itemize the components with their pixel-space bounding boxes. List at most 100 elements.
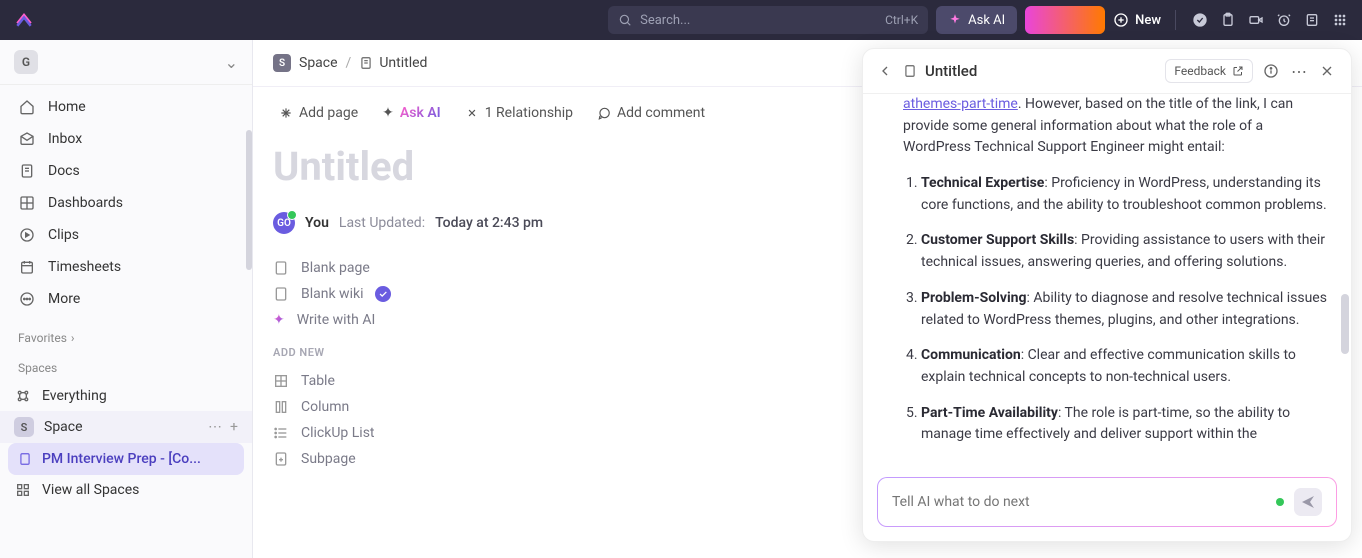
info-icon[interactable]	[1263, 63, 1281, 79]
add-table[interactable]: Table	[273, 373, 833, 389]
workspace-switcher[interactable]: G ⌄	[0, 40, 252, 85]
add-clickup-list[interactable]: ClickUp List	[273, 425, 833, 441]
global-search[interactable]: Search... Ctrl+K	[608, 6, 928, 34]
doc-body: Add page ✦Ask AI 1 Relationship Add comm…	[253, 87, 853, 503]
nav-label: Dashboards	[48, 195, 123, 211]
add-new-label: Table	[301, 373, 335, 389]
add-subpage[interactable]: Subpage	[273, 451, 833, 467]
ai-list-item: Customer Support Skills: Providing assis…	[921, 230, 1331, 273]
ellipsis-icon[interactable]: ⋯	[1291, 62, 1309, 81]
new-button[interactable]: New	[1113, 12, 1161, 28]
chevron-right-icon: ›	[71, 331, 75, 345]
nav-label: Docs	[48, 163, 80, 179]
doc-actions: Add page ✦Ask AI 1 Relationship Add comm…	[273, 105, 833, 121]
ai-link[interactable]: athemes-part-time	[903, 96, 1018, 112]
doc-meta: GO You Last Updated: Today at 2:43 pm	[273, 212, 833, 234]
option-blank-page[interactable]: Blank page	[273, 260, 833, 276]
option-write-with-ai[interactable]: ✦ Write with AI	[273, 312, 833, 328]
ai-input-wrap	[863, 467, 1351, 541]
selected-doc-label: PM Interview Prep - [Co...	[42, 451, 201, 467]
ai-item-title: Problem-Solving	[921, 290, 1027, 306]
video-icon[interactable]	[1246, 10, 1266, 30]
more-icon	[18, 290, 36, 308]
add-comment-button[interactable]: Add comment	[597, 105, 705, 121]
sidebar-everything[interactable]: Everything	[0, 381, 252, 411]
ask-ai-button[interactable]: Ask AI	[936, 6, 1017, 34]
verified-icon	[375, 286, 391, 302]
nav-timesheets[interactable]: Timesheets	[0, 251, 252, 283]
close-icon[interactable]	[1319, 63, 1337, 79]
add-new-label: ClickUp List	[301, 425, 375, 441]
nav-inbox[interactable]: Inbox	[0, 123, 252, 155]
breadcrumb-badge: S	[273, 54, 291, 72]
ai-list-item: Problem-Solving: Ability to diagnose and…	[921, 288, 1331, 331]
app-logo[interactable]	[12, 8, 36, 32]
view-all-label: View all Spaces	[42, 482, 139, 498]
inbox-icon	[18, 130, 36, 148]
search-placeholder: Search...	[640, 13, 690, 28]
check-icon[interactable]	[1190, 10, 1210, 30]
docs-icon	[18, 162, 36, 180]
notepad-icon[interactable]	[1302, 10, 1322, 30]
add-page-button[interactable]: Add page	[279, 105, 358, 121]
clips-icon	[18, 226, 36, 244]
breadcrumb-sep: /	[346, 55, 352, 71]
chevron-down-icon: ⌄	[225, 53, 238, 72]
ellipsis-icon[interactable]: ⋯	[208, 419, 222, 435]
sidebar-view-all-spaces[interactable]: View all Spaces	[0, 475, 252, 505]
sparkle-icon: ✦	[273, 312, 285, 328]
back-icon[interactable]	[877, 63, 893, 79]
nav-dashboards[interactable]: Dashboards	[0, 187, 252, 219]
alarm-icon[interactable]	[1274, 10, 1294, 30]
option-label: Write with AI	[297, 312, 376, 328]
add-new-label: Subpage	[301, 451, 356, 467]
breadcrumb-space[interactable]: Space	[299, 55, 338, 71]
upgrade-pill[interactable]	[1025, 6, 1105, 34]
ai-list-item: Communication: Clear and effective commu…	[921, 345, 1331, 388]
everything-icon	[14, 387, 32, 405]
space-badge: S	[14, 417, 34, 437]
content: S Space / Untitled Add page ✦Ask AI 1 Re…	[253, 40, 1362, 558]
feedback-button[interactable]: Feedback	[1165, 59, 1253, 83]
add-column[interactable]: Column	[273, 399, 833, 415]
scrollbar-thumb[interactable]	[246, 130, 252, 270]
plus-icon[interactable]: +	[230, 419, 238, 435]
doc-ask-ai-button[interactable]: ✦Ask AI	[382, 105, 441, 121]
everything-label: Everything	[42, 388, 107, 404]
nav: Home Inbox Docs Dashboards Clips Timeshe…	[0, 85, 252, 321]
last-updated-label: Last Updated:	[339, 215, 425, 231]
sparkle-icon: ✦	[382, 105, 394, 121]
favorites-label: Favorites	[18, 331, 67, 345]
nav-more[interactable]: More	[0, 283, 252, 315]
spaces-label: Spaces	[18, 361, 57, 375]
favorites-heading[interactable]: Favorites ›	[0, 321, 252, 351]
ai-item-title: Customer Support Skills	[921, 232, 1074, 248]
home-icon	[18, 98, 36, 116]
clipboard-icon[interactable]	[1218, 10, 1238, 30]
sidebar-doc-selected[interactable]: PM Interview Prep - [Co...	[8, 443, 244, 475]
nav-home[interactable]: Home	[0, 91, 252, 123]
nav-label: More	[48, 291, 80, 307]
nav-docs[interactable]: Docs	[0, 155, 252, 187]
ai-text-input[interactable]	[892, 494, 1266, 510]
ai-input[interactable]	[877, 477, 1337, 527]
option-label: Blank wiki	[301, 286, 363, 302]
nav-clips[interactable]: Clips	[0, 219, 252, 251]
scrollbar-thumb[interactable]	[1341, 294, 1349, 354]
send-button[interactable]	[1294, 488, 1322, 516]
option-blank-wiki[interactable]: Blank wiki	[273, 286, 833, 302]
add-new-label: Column	[301, 399, 349, 415]
ai-item-title: Technical Expertise	[921, 175, 1044, 191]
breadcrumb-doc[interactable]: Untitled	[359, 55, 427, 71]
spaces-heading: Spaces	[0, 351, 252, 381]
doc-title[interactable]: Untitled	[273, 143, 833, 190]
option-label: Blank page	[301, 260, 370, 276]
status-dot	[1276, 498, 1284, 506]
apps-icon[interactable]	[1330, 10, 1350, 30]
relationship-button[interactable]: 1 Relationship	[465, 105, 573, 121]
space-label: Space	[44, 419, 83, 435]
sidebar-space[interactable]: S Space ⋯ +	[0, 411, 252, 443]
feedback-label: Feedback	[1174, 64, 1226, 78]
nav-label: Timesheets	[48, 259, 121, 275]
ai-list-item: Part-Time Availability: The role is part…	[921, 403, 1331, 446]
